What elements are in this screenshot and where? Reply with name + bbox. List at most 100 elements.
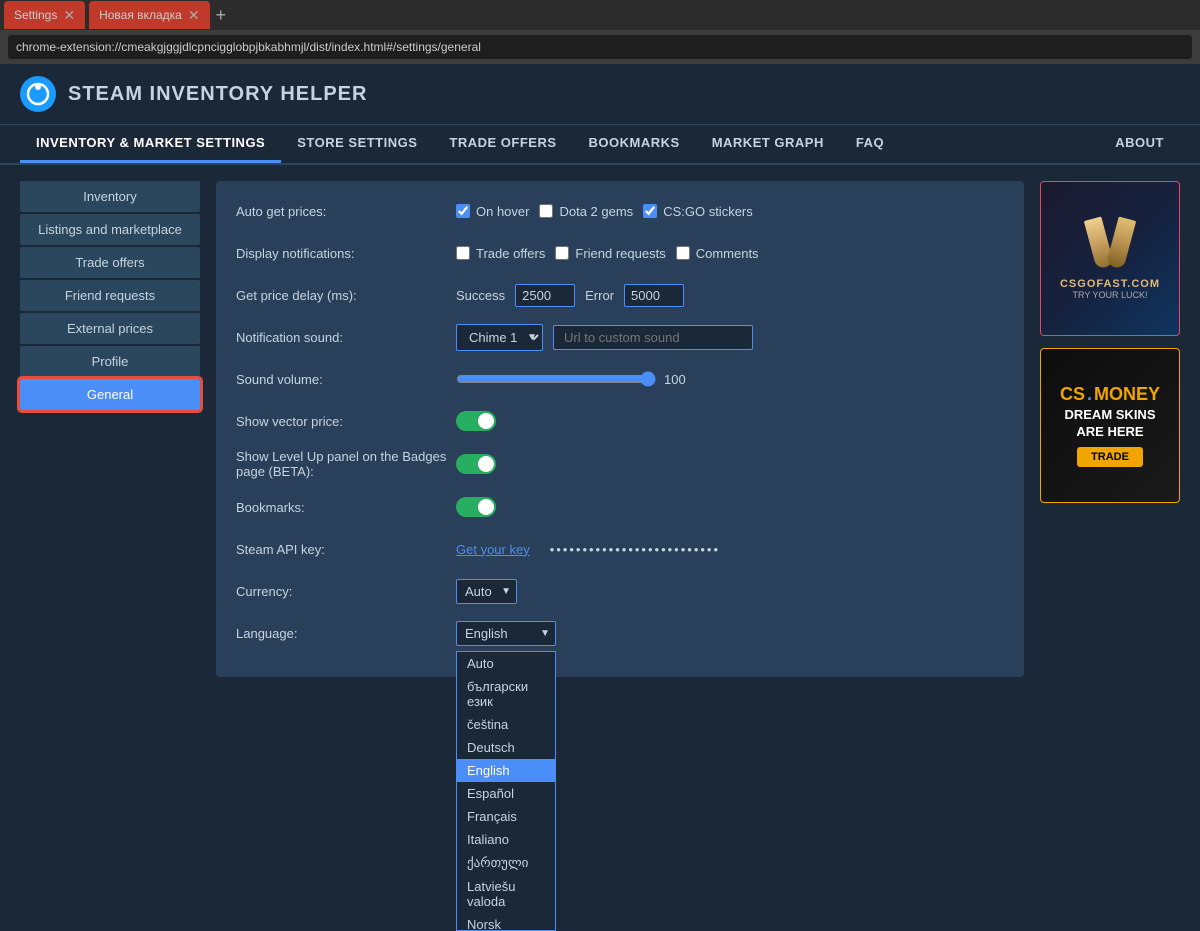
- lang-option-bg[interactable]: български език: [457, 675, 555, 713]
- steam-api-key-row: Steam API key: Get your key ••••••••••••…: [236, 535, 1004, 563]
- sidebar-item-listings[interactable]: Listings and marketplace: [20, 214, 200, 245]
- csgo-stickers-label: CS:GO stickers: [663, 204, 753, 219]
- bookmarks-toggle[interactable]: [456, 497, 496, 517]
- on-hover-checkbox[interactable]: [456, 204, 470, 218]
- custom-sound-url-input[interactable]: [553, 325, 753, 350]
- volume-slider[interactable]: [456, 371, 656, 387]
- display-notifications-row: Display notifications: Trade offers Frie…: [236, 239, 1004, 267]
- dota-gems-checkbox[interactable]: [539, 204, 553, 218]
- tab-settings[interactable]: Settings ✕: [4, 1, 85, 29]
- success-input[interactable]: [515, 284, 575, 307]
- lang-option-auto[interactable]: Auto: [457, 652, 555, 675]
- nav-tab-store[interactable]: STORE SETTINGS: [281, 125, 433, 163]
- lang-option-de[interactable]: Deutsch: [457, 736, 555, 759]
- sound-select[interactable]: Chime 1: [456, 324, 543, 351]
- trade-offers-group: Trade offers: [456, 246, 545, 261]
- sidebar-item-friend-requests[interactable]: Friend requests: [20, 280, 200, 311]
- language-controls: English Auto български език čeština Deut…: [456, 621, 556, 646]
- nav-tab-trade-offers[interactable]: TRADE OFFERS: [433, 125, 572, 163]
- language-dropdown: Auto български език čeština Deutsch Engl…: [456, 651, 556, 931]
- steam-api-key-controls: Get your key ••••••••••••••••••••••••••: [456, 542, 720, 557]
- lang-option-cs[interactable]: čeština: [457, 713, 555, 736]
- show-vector-price-toggle[interactable]: [456, 411, 496, 431]
- friend-requests-label: Friend requests: [575, 246, 665, 261]
- nav-tabs: INVENTORY & MARKET SETTINGS STORE SETTIN…: [0, 125, 1200, 165]
- csmoney-money: MONEY: [1094, 384, 1160, 405]
- get-your-key-link[interactable]: Get your key: [456, 542, 530, 557]
- language-select-wrapper: English: [456, 621, 556, 646]
- success-label: Success: [456, 288, 505, 303]
- nav-tab-about[interactable]: ABOUT: [1099, 125, 1180, 163]
- error-input[interactable]: [624, 284, 684, 307]
- currency-select[interactable]: Auto: [456, 579, 517, 604]
- ad-csgofast[interactable]: CSGOFAST.COM TRY YOUR LUCK!: [1040, 181, 1180, 336]
- ads-panel: CSGOFAST.COM TRY YOUR LUCK! CS . MONEY D…: [1040, 181, 1180, 677]
- sidebar: Inventory Listings and marketplace Trade…: [20, 181, 200, 677]
- trade-offers-checkbox[interactable]: [456, 246, 470, 260]
- sidebar-item-inventory[interactable]: Inventory: [20, 181, 200, 212]
- lang-option-no[interactable]: Norsk: [457, 913, 555, 931]
- comments-label: Comments: [696, 246, 759, 261]
- show-level-up-row: Show Level Up panel on the Badges page (…: [236, 449, 1004, 479]
- nav-tab-faq[interactable]: FAQ: [840, 125, 900, 163]
- main-content: Inventory Listings and marketplace Trade…: [0, 165, 1200, 693]
- sidebar-item-trade-offers[interactable]: Trade offers: [20, 247, 200, 278]
- lang-option-lv[interactable]: Latviešu valoda: [457, 875, 555, 913]
- language-dropdown-container: English Auto български език čeština Deut…: [456, 621, 556, 646]
- friend-requests-checkbox[interactable]: [555, 246, 569, 260]
- csgo-stickers-checkbox[interactable]: [643, 204, 657, 218]
- nav-tab-market-graph[interactable]: MARKET GRAPH: [696, 125, 840, 163]
- steam-api-key-label: Steam API key:: [236, 542, 456, 557]
- csmoney-cs: CS: [1060, 384, 1085, 405]
- lang-option-it[interactable]: Italiano: [457, 828, 555, 851]
- bookmarks-controls: [456, 497, 496, 517]
- bookmarks-label: Bookmarks:: [236, 500, 456, 515]
- friend-requests-group: Friend requests: [555, 246, 665, 261]
- nav-tab-inventory-market[interactable]: INVENTORY & MARKET SETTINGS: [20, 125, 281, 163]
- show-level-up-toggle[interactable]: [456, 454, 496, 474]
- notification-sound-label: Notification sound:: [236, 330, 456, 345]
- tab-settings-label: Settings: [14, 8, 57, 22]
- nav-tab-bookmarks[interactable]: BOOKMARKS: [573, 125, 696, 163]
- csmoney-line1: DREAM SKINS: [1064, 407, 1155, 422]
- url-bar[interactable]: [8, 35, 1192, 59]
- bookmarks-row: Bookmarks:: [236, 493, 1004, 521]
- auto-get-prices-controls: On hover Dota 2 gems CS:GO stickers: [456, 204, 753, 219]
- sidebar-item-profile[interactable]: Profile: [20, 346, 200, 377]
- sidebar-item-external-prices[interactable]: External prices: [20, 313, 200, 344]
- auto-get-prices-row: Auto get prices: On hover Dota 2 gems CS…: [236, 197, 1004, 225]
- get-price-delay-row: Get price delay (ms): Success Error: [236, 281, 1004, 309]
- sidebar-item-general[interactable]: General: [20, 379, 200, 410]
- tab-settings-close[interactable]: ✕: [63, 7, 75, 24]
- tab-new-label: Новая вкладка: [99, 8, 182, 22]
- volume-value: 100: [664, 372, 686, 387]
- sound-volume-label: Sound volume:: [236, 372, 456, 387]
- csmoney-trade-button[interactable]: TRADE: [1077, 447, 1143, 467]
- lang-option-es[interactable]: Español: [457, 782, 555, 805]
- on-hover-group: On hover: [456, 204, 529, 219]
- display-notifications-label: Display notifications:: [236, 246, 456, 261]
- on-hover-label: On hover: [476, 204, 529, 219]
- show-vector-price-row: Show vector price:: [236, 407, 1004, 435]
- comments-group: Comments: [676, 246, 759, 261]
- currency-select-wrapper: Auto: [456, 579, 517, 604]
- url-bar-row: [0, 30, 1200, 64]
- csmoney-dot: .: [1087, 384, 1092, 405]
- new-tab-button[interactable]: +: [216, 5, 227, 26]
- app-header: STEAM INVENTORY HELPER: [0, 64, 1200, 125]
- browser-chrome: Settings ✕ Новая вкладка ✕ +: [0, 0, 1200, 30]
- lang-option-fr[interactable]: Français: [457, 805, 555, 828]
- dota-gems-group: Dota 2 gems: [539, 204, 633, 219]
- comments-checkbox[interactable]: [676, 246, 690, 260]
- tab-new[interactable]: Новая вкладка ✕: [89, 1, 209, 29]
- currency-row: Currency: Auto: [236, 577, 1004, 605]
- csgofast-knives-icon: [1090, 218, 1130, 268]
- lang-option-en[interactable]: English: [457, 759, 555, 782]
- language-label: Language:: [236, 626, 456, 641]
- language-select[interactable]: English: [456, 621, 556, 646]
- app-title: STEAM INVENTORY HELPER: [68, 83, 367, 106]
- tab-new-close[interactable]: ✕: [188, 7, 200, 24]
- ad-csmoney[interactable]: CS . MONEY DREAM SKINS ARE HERE TRADE: [1040, 348, 1180, 503]
- lang-option-ka[interactable]: ქართული: [457, 851, 555, 875]
- dota-gems-label: Dota 2 gems: [559, 204, 633, 219]
